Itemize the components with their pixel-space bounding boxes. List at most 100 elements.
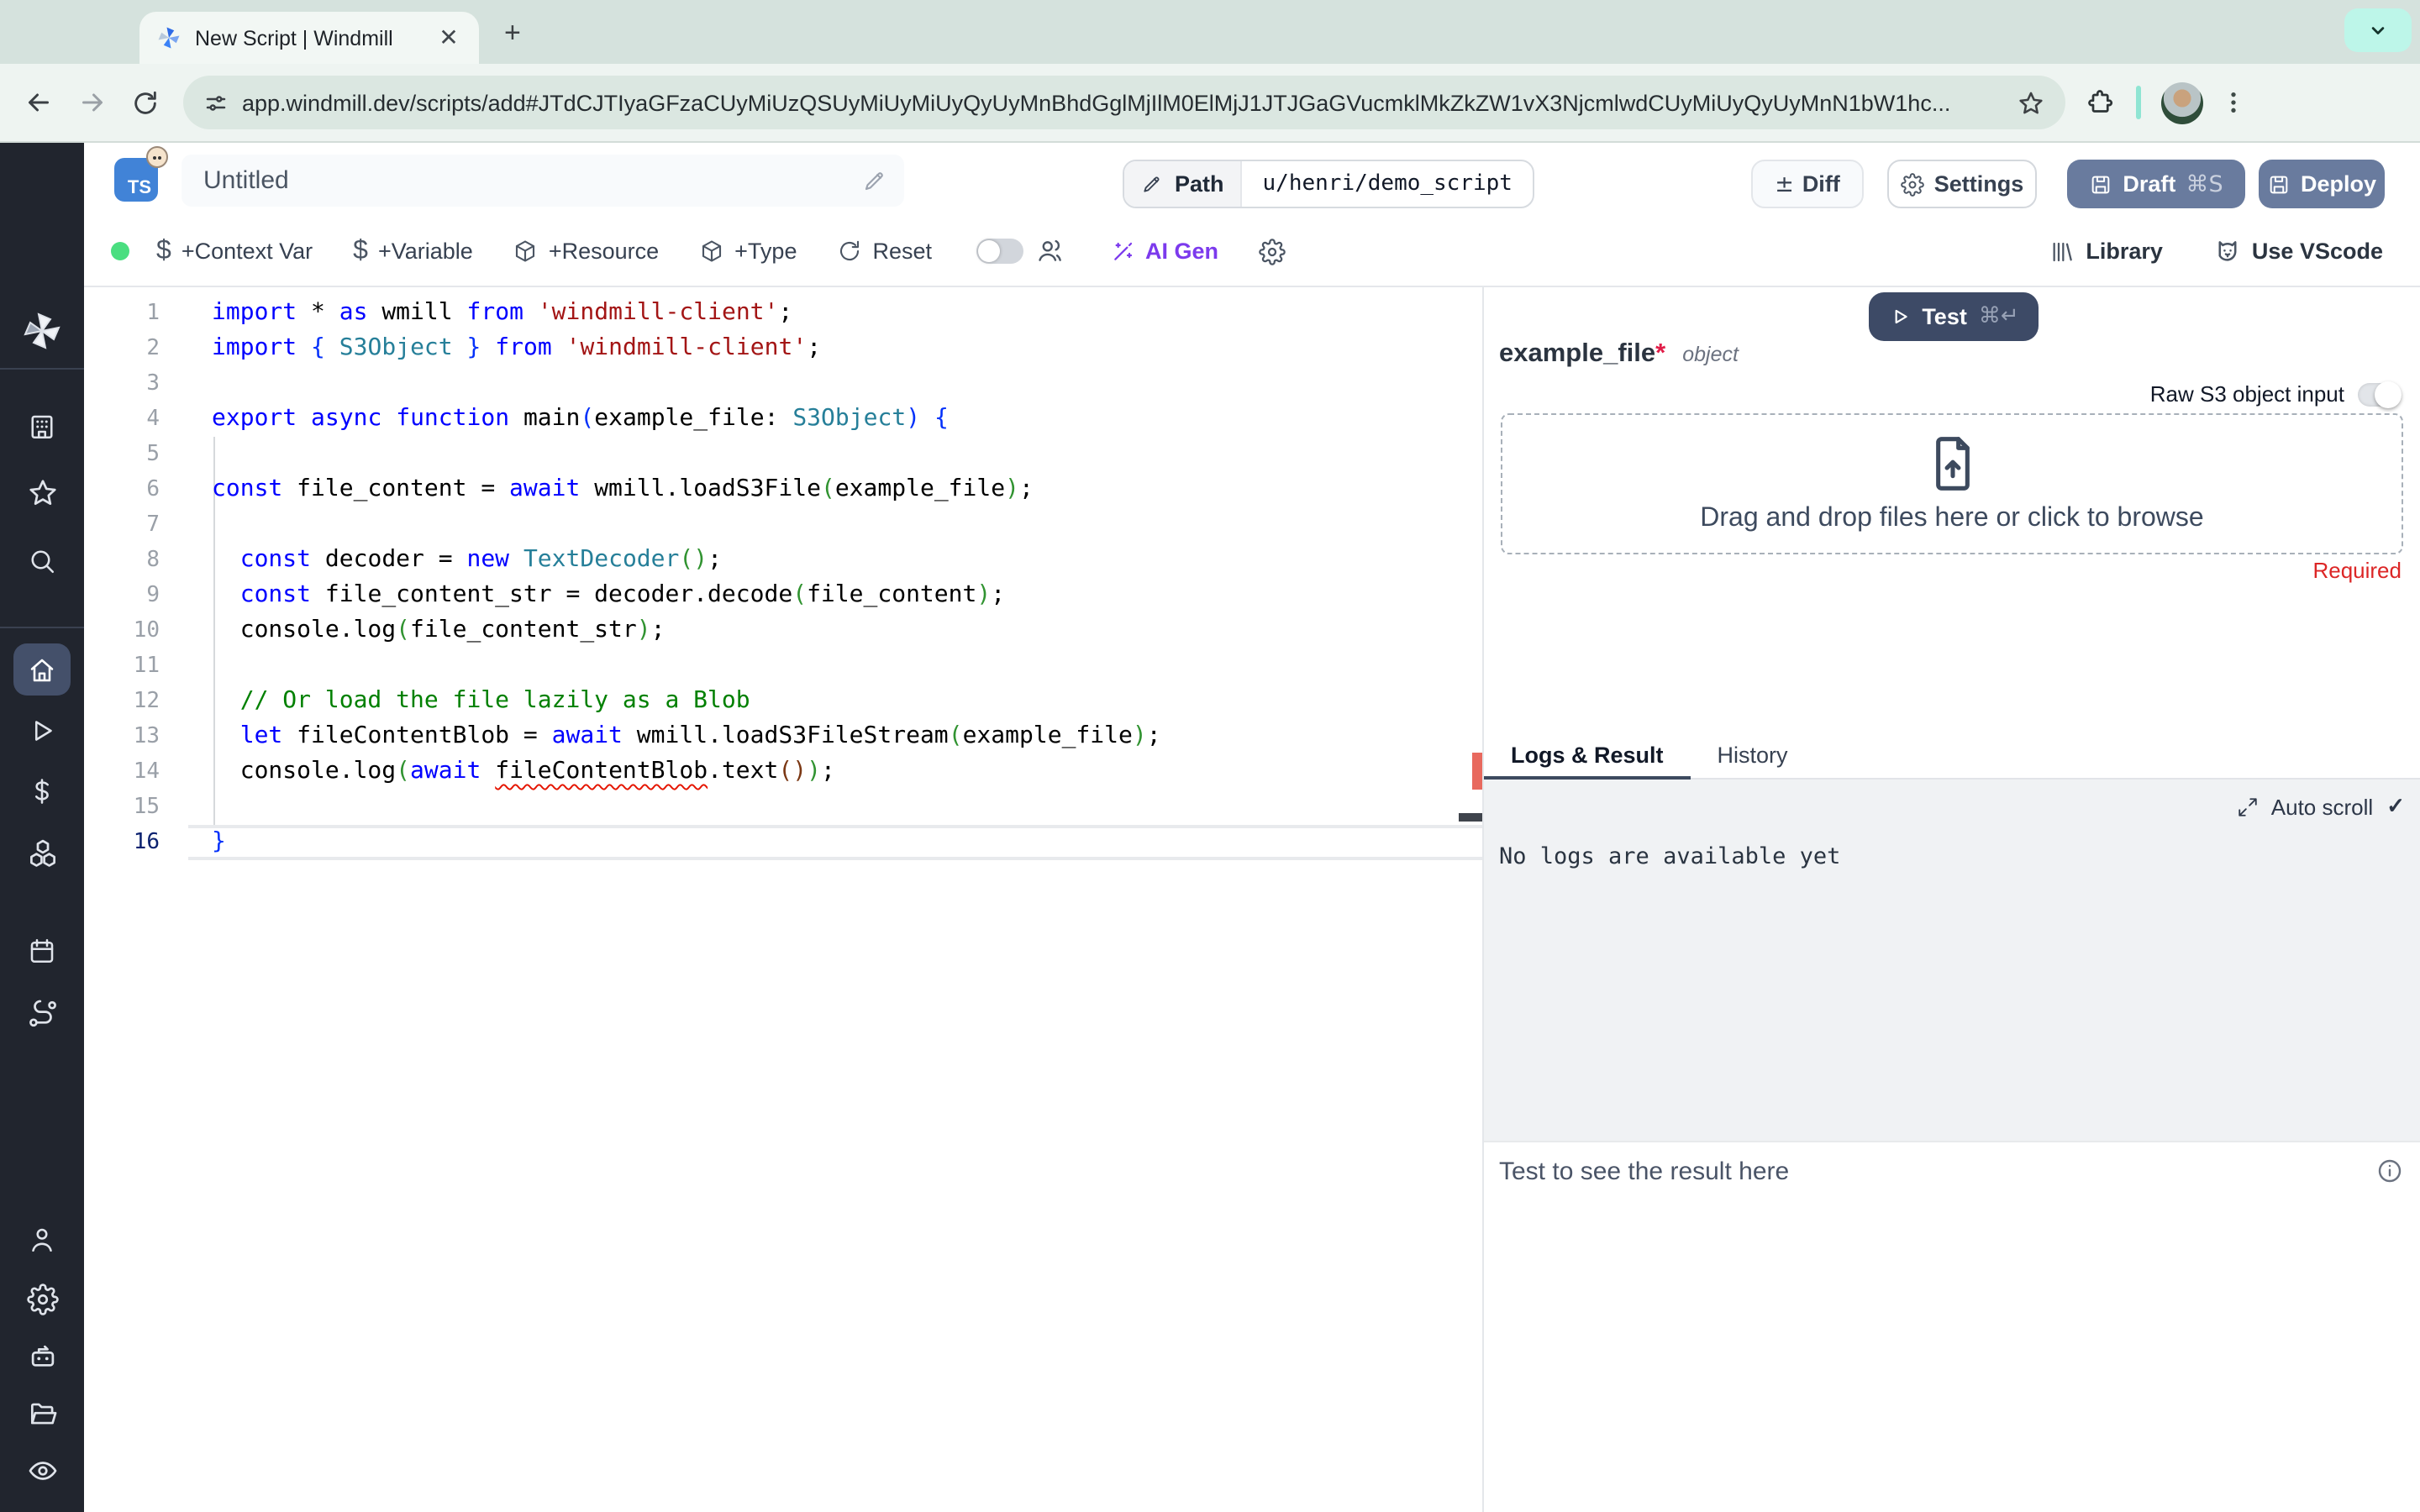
sidebar-item-workspace[interactable] bbox=[0, 412, 84, 442]
file-dropzone[interactable]: Drag and drop files here or click to bro… bbox=[1501, 413, 2403, 554]
path-value: u/henri/demo_script bbox=[1262, 171, 1512, 197]
sidebar-item-settings[interactable] bbox=[0, 1284, 84, 1315]
editor-toolbar: $ +Context Var $ +Variable +Resource +Ty… bbox=[84, 217, 2420, 287]
reload-icon[interactable] bbox=[131, 88, 160, 117]
use-vscode-button[interactable]: Use VScode bbox=[2213, 237, 2383, 265]
sidebar-item-folders[interactable] bbox=[0, 1398, 84, 1430]
site-settings-icon[interactable] bbox=[203, 90, 229, 115]
add-type-button[interactable]: +Type bbox=[699, 239, 797, 264]
reset-button[interactable]: Reset bbox=[837, 239, 932, 264]
divider bbox=[0, 368, 84, 370]
line-number: 9 bbox=[146, 583, 160, 608]
code-line[interactable]: export async function main(example_file:… bbox=[212, 402, 1459, 437]
editor-settings-gear-icon[interactable] bbox=[1259, 238, 1286, 265]
address-bar[interactable]: app.windmill.dev/scripts/add#JTdCJTIyaGF… bbox=[183, 76, 2065, 129]
auto-scroll-control[interactable]: Auto scroll ✓ bbox=[2238, 793, 2405, 820]
dollar-icon bbox=[34, 779, 50, 804]
code-line[interactable]: const file_content_str = decoder.decode(… bbox=[212, 578, 1459, 613]
sidebar-item-variables[interactable] bbox=[0, 776, 84, 806]
profile-avatar[interactable] bbox=[2161, 81, 2203, 123]
library-label: Library bbox=[2086, 239, 2163, 264]
line-number: 8 bbox=[146, 548, 160, 573]
sidebar-item-audit-logs[interactable] bbox=[0, 1455, 84, 1487]
extensions-icon[interactable] bbox=[2086, 87, 2116, 118]
draft-label: Draft bbox=[2123, 171, 2176, 197]
test-button[interactable]: Test ⌘↵ bbox=[1869, 292, 2039, 341]
expand-icon bbox=[2239, 797, 2258, 816]
line-number: 12 bbox=[133, 689, 160, 714]
no-logs-message: No logs are available yet bbox=[1499, 843, 1841, 870]
add-variable-button[interactable]: $ +Variable bbox=[353, 236, 473, 266]
new-tab-button[interactable]: + bbox=[504, 18, 521, 47]
line-number: 5 bbox=[146, 442, 160, 467]
code-line[interactable] bbox=[212, 366, 1459, 402]
multiplayer-toggle[interactable] bbox=[976, 239, 1023, 264]
forward-icon[interactable] bbox=[77, 87, 108, 118]
code-line[interactable]: // Or load the file lazily as a Blob bbox=[212, 684, 1459, 719]
settings-label: Settings bbox=[1933, 171, 2024, 197]
code-line[interactable]: const file_content = await wmill.loadS3F… bbox=[212, 472, 1459, 507]
browser-tab[interactable]: New Script | Windmill ✕ bbox=[139, 12, 479, 64]
dropzone-text: Drag and drop files here or click to bro… bbox=[1700, 504, 2204, 533]
add-context-var-label: +Context Var bbox=[181, 239, 313, 264]
sidebar-item-schedules[interactable] bbox=[0, 936, 84, 966]
sidebar-item-user[interactable] bbox=[0, 1225, 84, 1255]
add-context-var-button[interactable]: $ +Context Var bbox=[156, 236, 313, 266]
typescript-language-badge[interactable]: TS bbox=[114, 146, 168, 202]
code-line[interactable]: import { S3Object } from 'windmill-clien… bbox=[212, 331, 1459, 366]
chevron-down-icon bbox=[2371, 27, 2385, 34]
settings-button[interactable]: Settings bbox=[1887, 160, 2037, 208]
code-line[interactable] bbox=[212, 437, 1459, 472]
sidebar-item-search[interactable] bbox=[0, 546, 84, 576]
script-path-chip[interactable]: Path u/henri/demo_script bbox=[1123, 160, 1534, 208]
code-line[interactable]: let fileContentBlob = await wmill.loadS3… bbox=[212, 719, 1459, 754]
edit-pencil-icon bbox=[1144, 176, 1160, 192]
code-line[interactable] bbox=[212, 648, 1459, 684]
star-icon bbox=[29, 480, 55, 506]
sidebar-item-runs[interactable] bbox=[0, 716, 84, 746]
workspace-building-icon bbox=[31, 415, 53, 439]
code-editor[interactable]: 1 2 3 4 5 6 7 8 9 10 11 12 13 14 15 16 import * as wmil… bbox=[84, 287, 1482, 1512]
line-number: 1 bbox=[146, 301, 160, 326]
sidebar-item-flows[interactable] bbox=[0, 998, 84, 1030]
code-line[interactable]: console.log(await fileContentBlob.text()… bbox=[212, 754, 1459, 790]
gear-icon bbox=[1900, 172, 1924, 196]
library-button[interactable]: Library bbox=[2049, 238, 2163, 265]
magic-wand-icon bbox=[1113, 241, 1132, 260]
ai-gen-button[interactable]: AI Gen bbox=[1108, 238, 1218, 265]
raw-s3-toggle[interactable] bbox=[2358, 381, 2402, 407]
code-line[interactable] bbox=[212, 790, 1459, 825]
baby-emoji-sticker bbox=[146, 146, 168, 168]
tab-logs-result-label: Logs & Result bbox=[1511, 742, 1664, 767]
sidebar-item-resources[interactable] bbox=[0, 837, 84, 869]
diff-button[interactable]: ± Diff bbox=[1751, 160, 1864, 208]
sidebar-item-workers[interactable] bbox=[0, 1341, 84, 1373]
code-line[interactable]: import * as wmill from 'windmill-client'… bbox=[212, 296, 1459, 331]
tab-history[interactable]: History bbox=[1691, 730, 1815, 779]
draft-button[interactable]: Draft ⌘S bbox=[2067, 160, 2245, 208]
browser-menu-icon[interactable] bbox=[2220, 87, 2247, 118]
deploy-label: Deploy bbox=[2300, 171, 2376, 197]
bookmark-star-icon[interactable] bbox=[2017, 88, 2045, 117]
add-resource-button[interactable]: +Resource bbox=[513, 239, 659, 264]
tab-search-button[interactable] bbox=[2344, 8, 2412, 52]
argument-header: example_file * object bbox=[1499, 339, 1739, 370]
tab-close-icon[interactable]: ✕ bbox=[435, 24, 462, 52]
app-sidebar bbox=[0, 143, 84, 1512]
line-number: 3 bbox=[146, 371, 160, 396]
back-icon[interactable] bbox=[24, 87, 54, 118]
code-line[interactable] bbox=[212, 507, 1459, 543]
code-line[interactable]: console.log(file_content_str); bbox=[212, 613, 1459, 648]
sidebar-windmill-logo[interactable] bbox=[0, 311, 84, 351]
sidebar-item-favorites[interactable] bbox=[0, 477, 84, 509]
code-line[interactable]: const decoder = new TextDecoder(); bbox=[212, 543, 1459, 578]
test-label: Test bbox=[1922, 304, 1967, 329]
package-icon bbox=[516, 240, 535, 262]
deploy-button[interactable]: Deploy bbox=[2259, 160, 2385, 208]
script-title-field[interactable]: Untitled bbox=[182, 154, 904, 206]
info-icon[interactable] bbox=[2376, 1158, 2403, 1184]
tab-logs-result[interactable]: Logs & Result bbox=[1484, 730, 1691, 780]
code-line[interactable]: } bbox=[212, 825, 1459, 860]
sidebar-item-home[interactable] bbox=[13, 643, 71, 696]
path-label: Path bbox=[1175, 171, 1224, 197]
